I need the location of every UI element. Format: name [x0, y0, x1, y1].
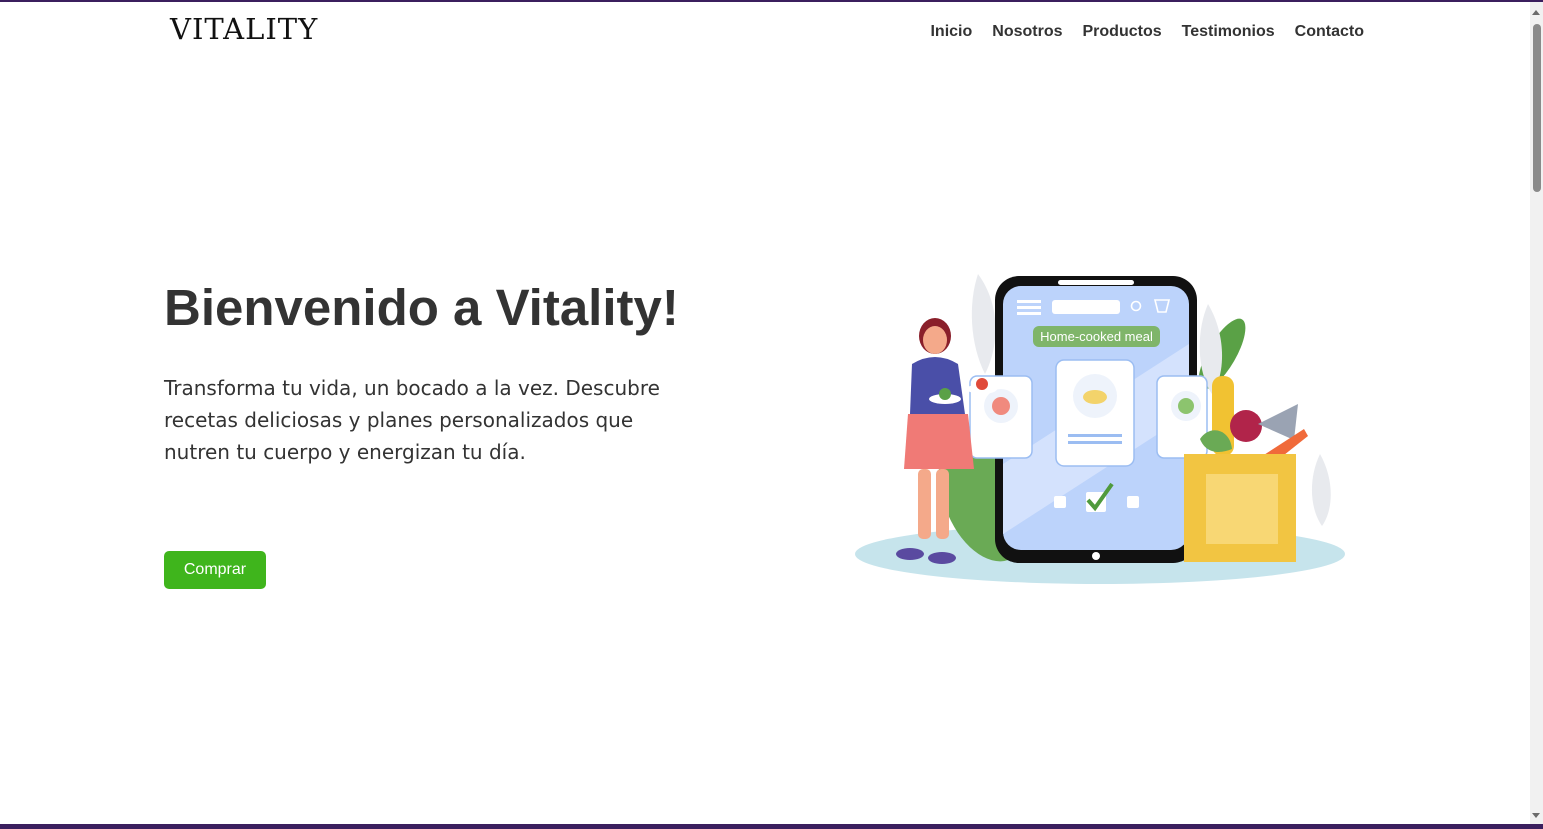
site-logo[interactable]: VITALITY — [170, 12, 318, 46]
main-nav: Inicio Nosotros Productos Testimonios Co… — [930, 23, 1364, 41]
hero-title: Bienvenido a Vitality! — [164, 279, 679, 336]
nav-link-contacto[interactable]: Contacto — [1295, 23, 1364, 41]
page-viewport: VITALITY Inicio Nosotros Productos Testi… — [0, 2, 1530, 824]
scroll-down-arrow-icon[interactable] — [1532, 813, 1540, 818]
nav-link-testimonios[interactable]: Testimonios — [1182, 23, 1275, 41]
hero-illustration: Home-cooked meal — [855, 274, 1345, 584]
scroll-up-arrow-icon[interactable] — [1532, 10, 1540, 15]
vertical-scrollbar[interactable] — [1530, 2, 1543, 824]
nav-link-productos[interactable]: Productos — [1083, 23, 1162, 41]
hero-description: Transforma tu vida, un bocado a la vez. … — [164, 376, 660, 464]
nav-link-inicio[interactable]: Inicio — [930, 23, 972, 41]
illustration-label: Home-cooked meal — [1040, 329, 1153, 344]
nav-link-nosotros[interactable]: Nosotros — [992, 23, 1062, 41]
scrollbar-thumb[interactable] — [1533, 24, 1541, 192]
smartphone-icon: Home-cooked meal — [969, 276, 1208, 563]
buy-button[interactable]: Comprar — [164, 551, 266, 589]
